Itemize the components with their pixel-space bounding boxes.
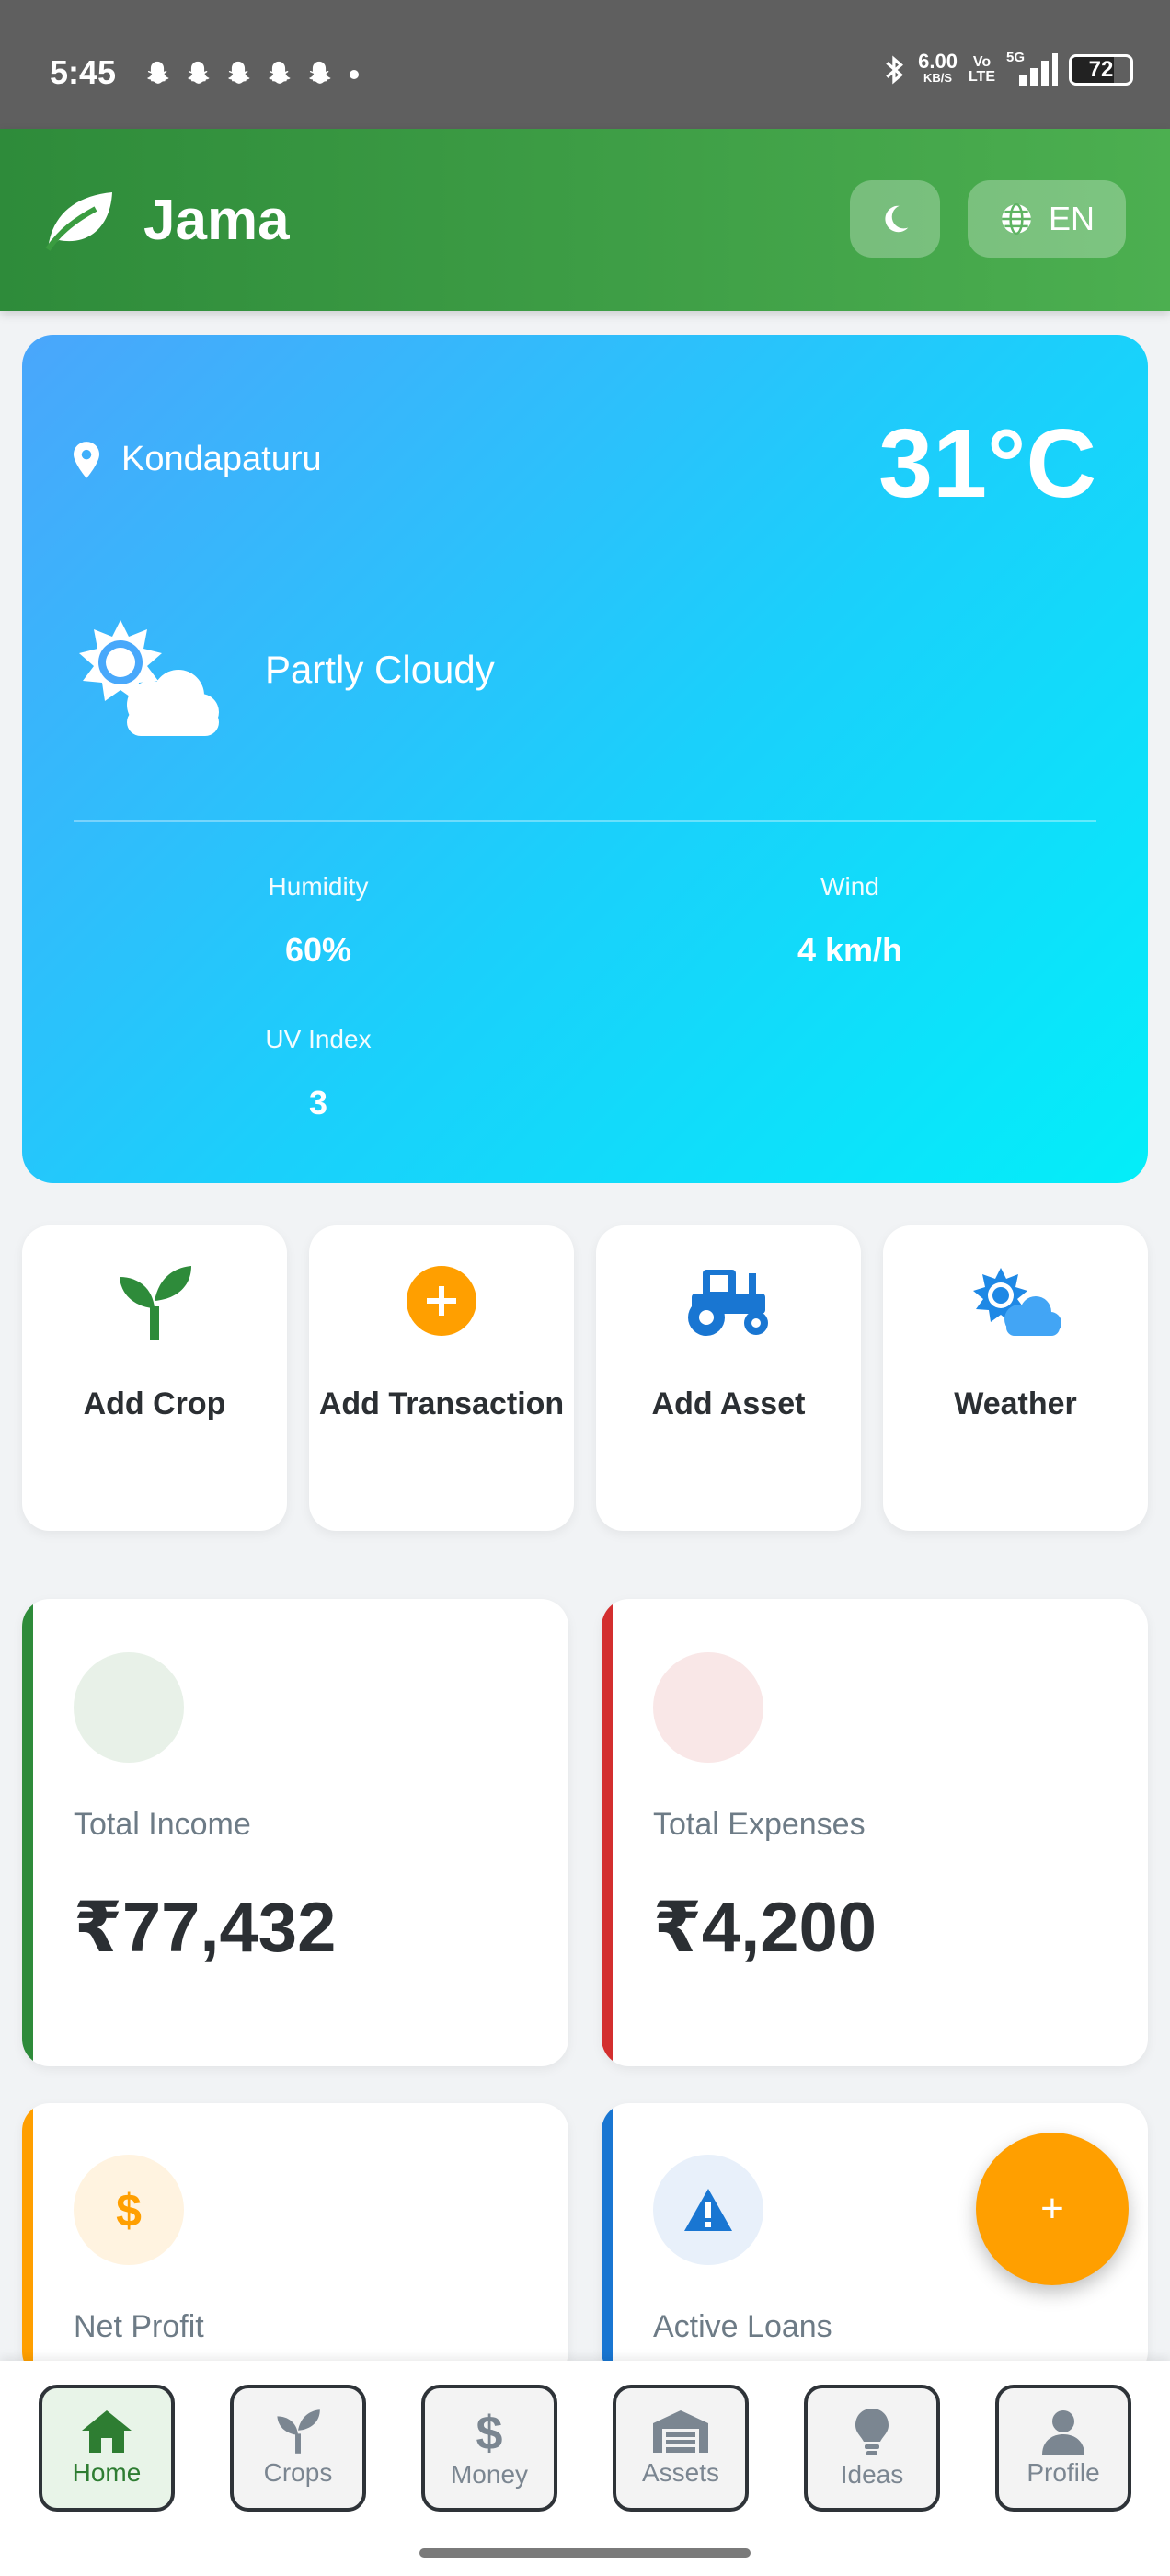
globe-icon: [1002, 202, 1031, 236]
net-speed: 6.00 KB/S: [918, 50, 958, 86]
profit-accent-bar: [22, 2103, 33, 2379]
volte-indicator: Vo LTE: [968, 54, 995, 85]
warning-icon: [653, 2155, 763, 2265]
sprout-icon: [120, 1266, 191, 1340]
wind-stat: Wind 4 km/h: [797, 872, 903, 969]
total-expenses-card[interactable]: Total Expenses ₹4,200: [602, 1599, 1148, 2066]
dollar-icon: $: [74, 2155, 184, 2265]
snapchat-icon: [309, 61, 331, 84]
expenses-icon: [653, 1652, 763, 1763]
cloud-sun-icon: [973, 1268, 1061, 1336]
add-crop-button[interactable]: Add Crop: [22, 1225, 287, 1531]
status-right: 6.00 KB/S Vo LTE 5G 72: [883, 50, 1133, 88]
add-fab-button[interactable]: +: [976, 2133, 1129, 2285]
language-button[interactable]: EN: [968, 180, 1126, 258]
nav-profile[interactable]: Profile: [995, 2385, 1131, 2512]
brand: Jama: [42, 188, 290, 253]
app-title: Jama: [143, 189, 290, 252]
nav-crops[interactable]: Crops: [230, 2385, 366, 2512]
total-income-card[interactable]: Total Income ₹77,432: [22, 1599, 568, 2066]
user-icon: [1042, 2410, 1084, 2455]
leaf-icon: [45, 191, 112, 251]
weather-condition: Partly Cloudy: [265, 648, 495, 691]
total-expenses-value: ₹4,200: [653, 1889, 878, 1967]
svg-text:$: $: [116, 2185, 142, 2236]
theme-toggle-button[interactable]: [850, 180, 940, 258]
weather-temperature: 31°C: [878, 409, 1096, 518]
more-dot-icon: [350, 70, 359, 79]
humidity-stat: Humidity 60%: [268, 872, 369, 969]
app-header: Jama EN: [0, 129, 1170, 311]
weather-card[interactable]: Kondapaturu 31°C Partly Cloudy Humidity …: [22, 335, 1148, 1183]
language-label: EN: [1048, 200, 1095, 237]
status-time: 5:45: [50, 53, 117, 91]
bottom-nav: Home Crops $ Money Assets Ideas Profile: [0, 2361, 1170, 2576]
snapchat-icon: [269, 61, 291, 84]
total-income-value: ₹77,432: [74, 1889, 337, 1967]
weather-button[interactable]: Weather: [883, 1225, 1148, 1531]
nav-money[interactable]: $ Money: [421, 2385, 557, 2512]
nav-home[interactable]: Home: [39, 2385, 175, 2512]
snapchat-icon: [147, 61, 169, 84]
tractor-icon: [688, 1270, 768, 1336]
battery-icon: 72: [1069, 54, 1133, 86]
weather-location: Kondapaturu: [74, 440, 322, 479]
location-pin-icon: [74, 441, 99, 478]
home-icon: [82, 2410, 132, 2453]
snapchat-icon: [188, 61, 210, 84]
income-icon: [74, 1652, 184, 1763]
add-transaction-button[interactable]: Add Transaction: [309, 1225, 574, 1531]
bluetooth-icon: [886, 55, 904, 85]
snapchat-icon: [228, 61, 250, 84]
net-profit-card[interactable]: $ Net Profit: [22, 2103, 568, 2379]
uv-index-stat: UV Index 3: [265, 1025, 372, 1121]
expenses-accent-bar: [602, 1599, 613, 2066]
plus-icon: +: [1040, 2186, 1064, 2231]
partly-cloudy-icon: [70, 616, 226, 750]
weather-divider: [74, 820, 1096, 822]
add-asset-button[interactable]: Add Asset: [596, 1225, 861, 1531]
nav-assets[interactable]: Assets: [613, 2385, 749, 2512]
moon-icon: [885, 205, 909, 233]
svg-text:$: $: [476, 2407, 503, 2456]
loans-accent-bar: [602, 2103, 613, 2379]
sprout-icon: [277, 2409, 320, 2454]
dollar-icon: $: [476, 2407, 503, 2456]
plus-circle-icon: [407, 1266, 476, 1336]
status-bar: 5:45 6.00 KB/S Vo LTE 5G 72: [0, 0, 1170, 129]
notification-icons: [142, 59, 359, 90]
signal-icon: 5G: [1006, 50, 1058, 88]
warehouse-icon: [653, 2410, 708, 2453]
lightbulb-icon: [855, 2409, 889, 2455]
income-accent-bar: [22, 1599, 33, 2066]
home-indicator[interactable]: [419, 2548, 751, 2558]
nav-ideas[interactable]: Ideas: [804, 2385, 940, 2512]
